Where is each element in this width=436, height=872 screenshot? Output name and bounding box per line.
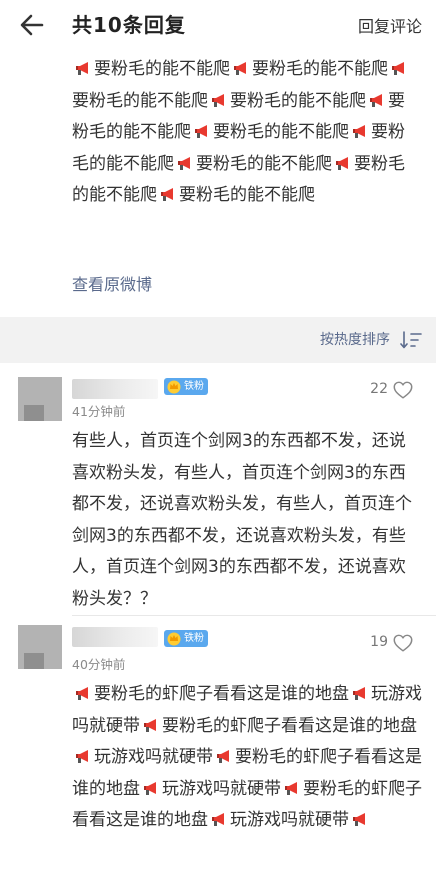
megaphone-icon [392,62,404,75]
arrow-left-icon[interactable] [18,11,46,39]
like-count: 19 [370,634,388,650]
comment-time: 40分钟前 [72,657,126,672]
comment-item: 铁粉 40分钟前 19 要粉毛的虾爬子看看这是谁的地盘 玩游戏吗就硬带 要粉毛的虾爬… [0,615,436,872]
badge-label: 铁粉 [184,633,204,644]
megaphone-icon [76,687,88,700]
text-segment: 要粉毛的能不能爬 [230,90,366,111]
sort-by-heat-button[interactable]: 按热度排序 [320,329,390,349]
badge-label: 铁粉 [184,381,204,392]
text-segment: 要粉毛的能不能爬 [179,185,315,205]
megaphone-icon [212,813,224,826]
megaphone-icon [217,750,229,763]
avatar[interactable] [18,625,62,669]
text-segment: 要粉毛的能不能爬 [213,122,349,142]
megaphone-icon [76,62,88,75]
megaphone-icon [76,750,88,763]
megaphone-icon [144,718,156,732]
text-segment: 玩游戏吗就硬带 [162,778,281,799]
original-post-text: 要粉毛的能不能爬 要粉毛的能不能爬要粉毛的能不能爬 要粉毛的能不能爬 要粉毛的能不能爬… [72,54,412,212]
heart-icon[interactable] [392,379,414,401]
text-segment: 要粉毛的能不能爬 [196,153,332,174]
megaphone-icon [178,156,190,170]
text-segment: 要粉毛的虾爬子看看这是谁的地盘 [162,715,417,736]
megaphone-icon [336,156,348,170]
megaphone-icon [370,93,382,107]
reply-comment-button[interactable]: 回复评论 [358,13,422,37]
like-count: 22 [370,381,388,397]
megaphone-icon [161,188,173,201]
page-title: 共10条回复 [72,13,186,37]
username-blurred[interactable] [72,627,158,647]
text-segment: 要粉毛的能不能爬 [252,59,388,79]
sort-desc-icon[interactable] [400,330,422,350]
top-bar: 共10条回复 回复评论 [0,0,436,50]
megaphone-icon [353,125,365,138]
megaphone-icon [212,93,224,107]
text-segment: 玩游戏吗就硬带 [230,810,349,830]
megaphone-icon [234,62,246,75]
username-blurred[interactable] [72,379,158,399]
megaphone-icon [195,125,207,138]
comment-text: 要粉毛的虾爬子看看这是谁的地盘 玩游戏吗就硬带 要粉毛的虾爬子看看这是谁的地盘玩游戏… [72,679,422,837]
comment-item: 铁粉 41分钟前 22 有些人，首页连个剑网3的东西都不发，还说喜欢粉头发，有些… [0,363,436,615]
comment-time: 41分钟前 [72,404,126,419]
megaphone-icon [144,781,156,795]
crown-icon [167,632,181,646]
text-segment: 要粉毛的虾爬子看看这是谁的地盘 [94,684,349,704]
text-segment: 要粉毛的能不能爬 [94,59,230,79]
heart-icon[interactable] [392,632,414,654]
sort-bar: 按热度排序 [0,317,436,363]
megaphone-icon [353,687,365,700]
fan-badge: 铁粉 [164,378,208,395]
original-post: 要粉毛的能不能爬 要粉毛的能不能爬要粉毛的能不能爬 要粉毛的能不能爬 要粉毛的能不能爬… [0,50,436,317]
text-segment: 要粉毛的能不能爬 [72,90,208,111]
avatar[interactable] [18,377,62,421]
divider [72,615,436,616]
megaphone-icon [353,813,365,826]
fan-badge: 铁粉 [164,630,208,647]
crown-icon [167,380,181,394]
text-segment: 玩游戏吗就硬带 [94,747,213,767]
megaphone-icon [285,781,297,795]
view-original-link[interactable]: 查看原微博 [72,271,152,295]
comment-text: 有些人，首页连个剑网3的东西都不发，还说喜欢粉头发，有些人，首页连个剑网3的东西… [72,431,412,609]
